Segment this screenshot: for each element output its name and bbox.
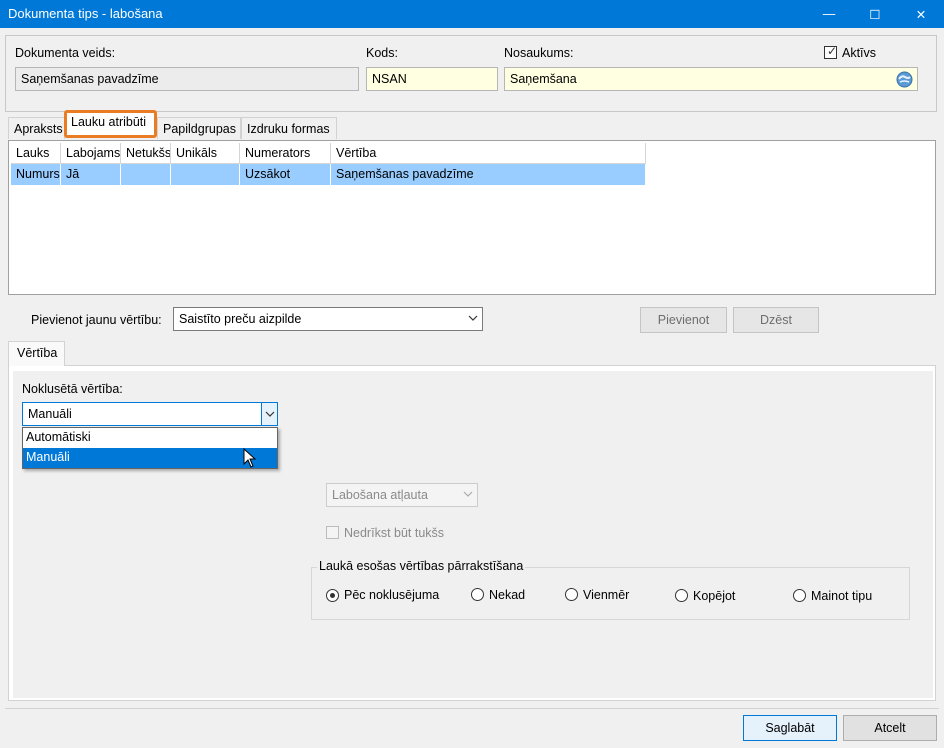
active-label: Aktīvs — [842, 46, 877, 60]
name-field[interactable]: Saņemšana — [504, 67, 918, 91]
table-cell[interactable]: Jā — [61, 164, 121, 185]
column-header-unikals[interactable]: Unikāls — [171, 143, 240, 164]
dropdown-option-manuali[interactable]: Manuāli — [23, 448, 277, 468]
edit-permission-value: Labošana atļauta — [332, 488, 428, 502]
radio-label: Vienmēr — [583, 588, 630, 602]
radio-nekad[interactable] — [471, 588, 484, 601]
close-icon[interactable]: ✕ — [898, 0, 944, 28]
save-button[interactable]: Saglabāt — [743, 715, 837, 741]
radio-label: Nekad — [489, 588, 526, 602]
chevron-down-icon — [468, 311, 478, 328]
code-field[interactable]: NSAN — [366, 67, 498, 91]
column-header-numerators[interactable]: Numerators — [240, 143, 331, 164]
table-cell[interactable]: Saņemšanas pavadzīme — [331, 164, 646, 185]
default-value-selected: Manuāli — [28, 407, 72, 421]
name-label: Nosaukums: — [504, 46, 574, 60]
add-value-combo[interactable]: Saistīto preču aizpilde — [173, 307, 483, 331]
default-value-dropdown[interactable]: Automātiski Manuāli — [22, 427, 278, 469]
table-cell[interactable] — [171, 164, 240, 185]
code-label: Kods: — [366, 46, 398, 60]
default-value-combo[interactable]: Manuāli — [22, 402, 278, 426]
radio-label: Mainot tipu — [811, 589, 873, 603]
overwrite-group-title: Laukā esošas vērtības pārrakstīšana — [317, 559, 526, 573]
column-header-netukss[interactable]: Netukšs — [121, 143, 171, 164]
column-header-lauks[interactable]: Lauks — [11, 143, 61, 164]
add-value-selected: Saistīto preču aizpilde — [179, 312, 302, 326]
not-empty-checkbox[interactable] — [326, 526, 339, 539]
column-header-vertiba[interactable]: Vērtība — [331, 143, 646, 164]
delete-button[interactable]: Dzēst — [733, 307, 819, 333]
dropdown-option-automatiski[interactable]: Automātiski — [23, 428, 277, 448]
doc-type-label: Dokumenta veids: — [15, 46, 116, 60]
table-cell[interactable]: Uzsākot — [240, 164, 331, 185]
column-header-labojams[interactable]: Labojams — [61, 143, 121, 164]
tab-apraksts[interactable]: Apraksts — [8, 117, 65, 139]
radio-vienmer[interactable] — [565, 588, 578, 601]
radio-kopejot[interactable] — [675, 589, 688, 602]
tab-papildgrupas[interactable]: Papildgrupas — [157, 117, 241, 139]
globe-icon[interactable] — [896, 71, 913, 88]
chevron-down-icon — [463, 487, 473, 504]
default-value-label: Noklusētā vērtība: — [22, 382, 123, 396]
title-bar: Dokumenta tips - labošana — ☐ ✕ — [0, 0, 944, 28]
radio-label: Kopējot — [693, 589, 736, 603]
checkmark-icon: ✓ — [827, 44, 838, 58]
attributes-grid[interactable]: Lauks Labojams Netukšs Unikāls Numerator… — [8, 140, 936, 295]
active-checkbox[interactable]: ✓ — [824, 44, 838, 59]
table-cell[interactable] — [121, 164, 171, 185]
tab-lauku-atributi[interactable]: Lauku atribūti — [64, 110, 157, 138]
tab-izdruku-formas[interactable]: Izdruku formas — [241, 117, 337, 139]
mouse-cursor-icon — [243, 448, 257, 468]
doc-type-field[interactable]: Saņemšanas pavadzīme — [15, 67, 359, 91]
tab-vertiba[interactable]: Vērtība — [8, 341, 65, 366]
radio-pec-noklusejuma[interactable] — [326, 589, 339, 602]
footer-separator — [5, 708, 939, 709]
minimize-icon[interactable]: — — [806, 0, 852, 28]
table-cell[interactable]: Numurs — [11, 164, 61, 185]
edit-permission-combo[interactable]: Labošana atļauta — [326, 483, 478, 507]
window-title: Dokumenta tips - labošana — [8, 6, 163, 21]
not-empty-label: Nedrīkst būt tukšs — [344, 526, 445, 540]
radio-label: Pēc noklusējuma — [344, 588, 440, 602]
add-value-label: Pievienot jaunu vērtību: — [31, 313, 162, 327]
maximize-icon[interactable]: ☐ — [852, 0, 898, 28]
cancel-button[interactable]: Atcelt — [843, 715, 937, 741]
add-button[interactable]: Pievienot — [640, 307, 727, 333]
radio-mainot-tipu[interactable] — [793, 589, 806, 602]
chevron-down-icon[interactable] — [261, 403, 277, 425]
